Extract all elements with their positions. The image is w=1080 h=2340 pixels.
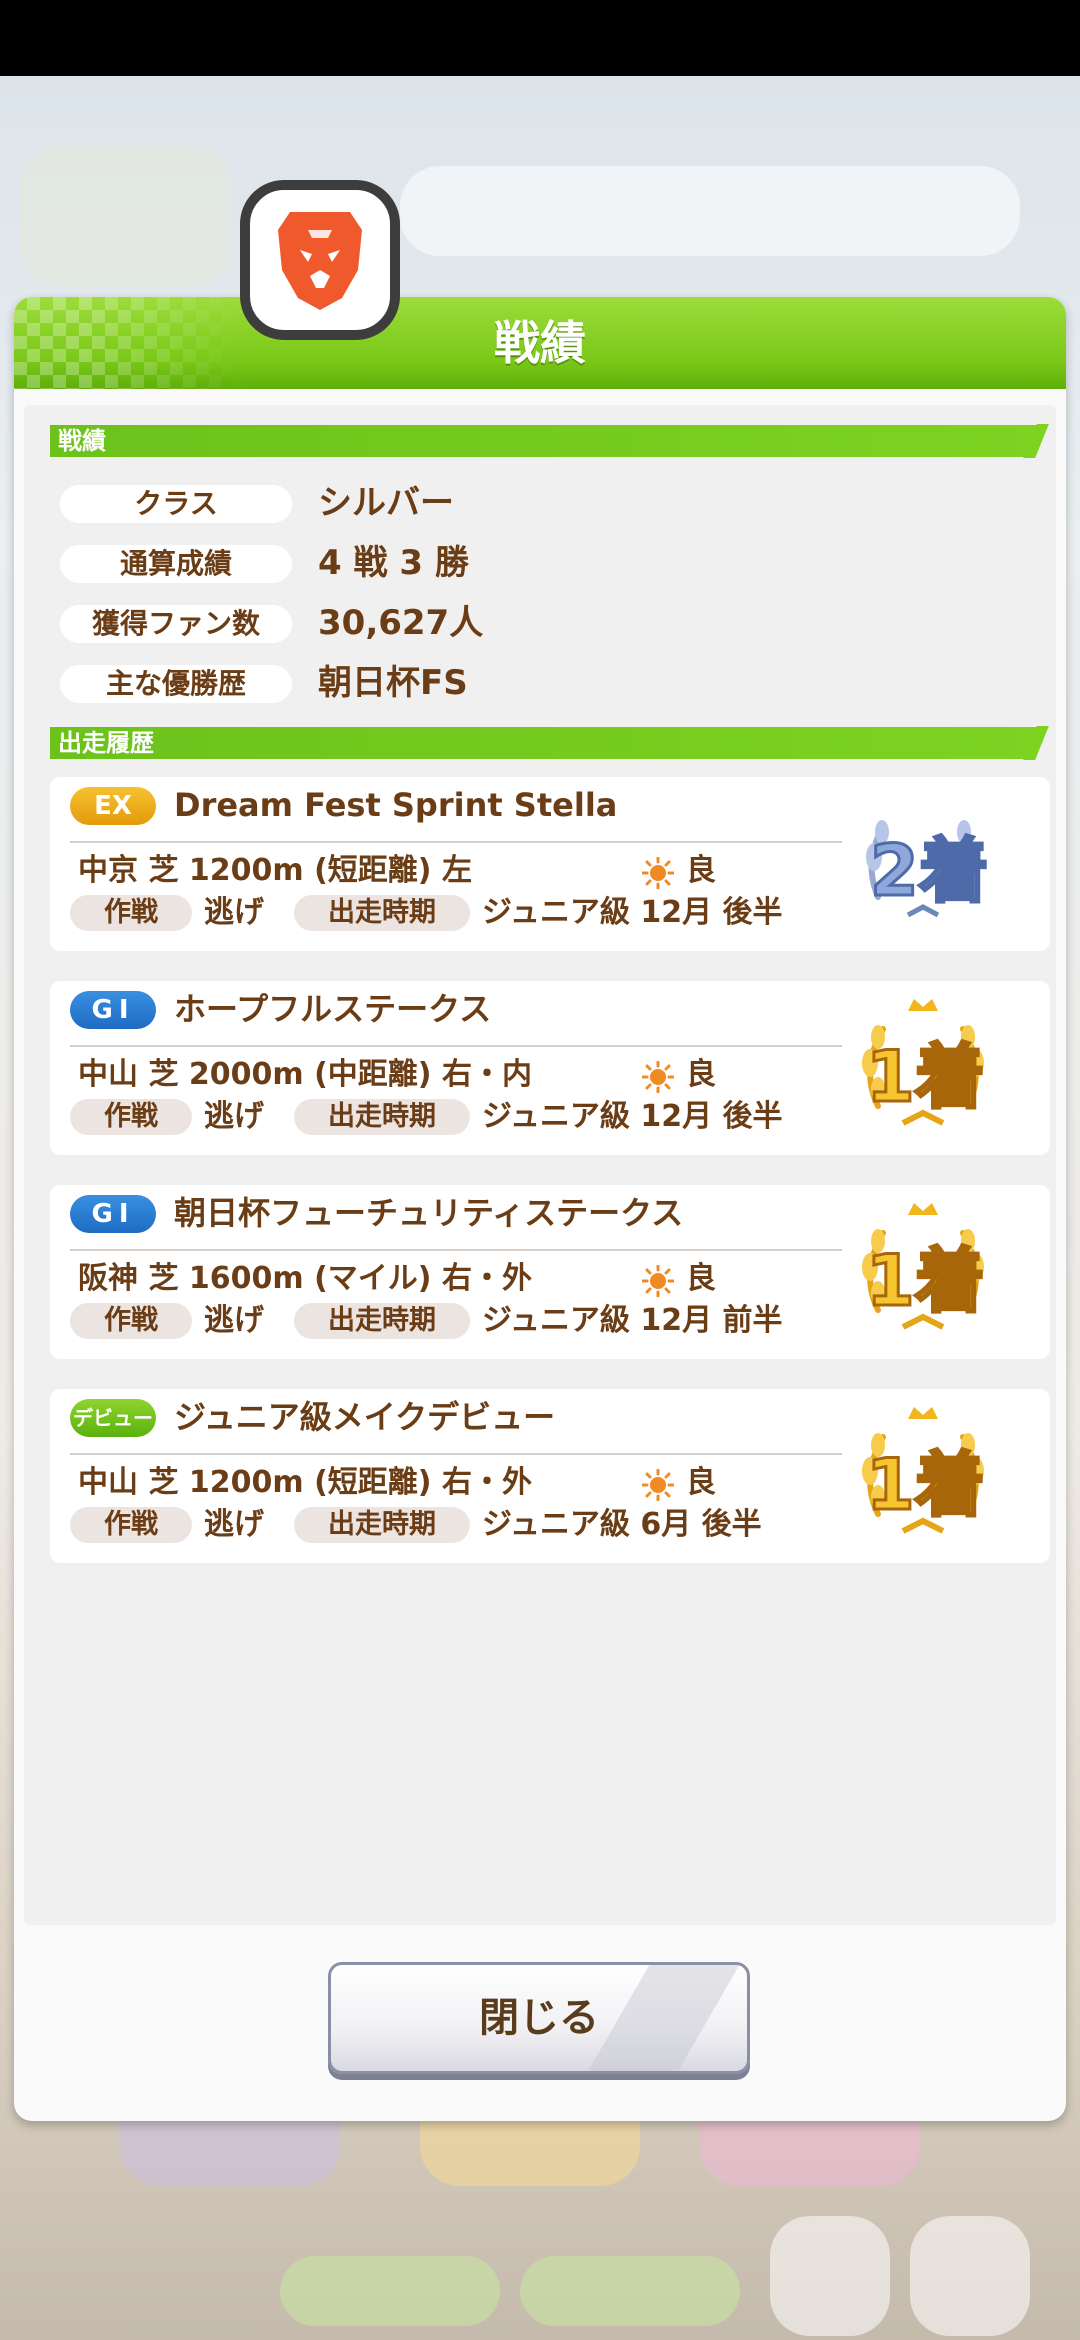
period-tag: 出走時期 <box>294 895 470 931</box>
race-name: 朝日杯フューチュリティステークス <box>174 1194 684 1232</box>
strategy-value: 逃げ <box>204 1099 264 1134</box>
sunny-icon <box>642 1061 674 1093</box>
race-conditions: 阪神 芝 1600m (マイル) 右・外 <box>78 1261 532 1296</box>
rank-1st-badge-text: 1着 <box>866 1036 985 1118</box>
track-condition: 良 <box>686 1465 716 1500</box>
section-header-record: 戦績 <box>50 425 1048 457</box>
rank-1st-badge: 1着 <box>862 1203 986 1330</box>
race-conditions: 中山 芝 2000m (中距離) 右・内 <box>78 1057 532 1092</box>
strategy-tag: 作戦 <box>70 895 192 931</box>
grade-badge-ex: EX <box>70 787 156 825</box>
rank-1st-badge: 1着 <box>862 999 986 1126</box>
close-button[interactable]: 閉じる <box>328 1962 750 2074</box>
rank-1st-badge-text: 1着 <box>866 1240 985 1322</box>
period-value: ジュニア級 12月 後半 <box>482 895 783 930</box>
period-tag: 出走時期 <box>294 1507 470 1543</box>
grade-badge-debut: デビュー <box>70 1399 156 1437</box>
period-value: ジュニア級 6月 後半 <box>482 1507 762 1542</box>
dialog-content[interactable]: 戦績 クラス シルバー 通算成績 4 戦 3 勝 獲得ファン数 30,627人 … <box>24 405 1056 1925</box>
track-condition: 良 <box>686 853 716 888</box>
section-header-history: 出走履歴 <box>50 727 1048 759</box>
period-tag: 出走時期 <box>294 1099 470 1135</box>
race-conditions: 中山 芝 1200m (短距離) 右・外 <box>78 1465 532 1500</box>
divider <box>70 841 842 843</box>
rank-1st-badge: 1着 <box>862 1407 986 1534</box>
stat-label: 通算成績 <box>60 545 292 583</box>
section-label-record: 戦績 <box>58 427 106 455</box>
period-value: ジュニア級 12月 後半 <box>482 1099 783 1134</box>
race-name: ホープフルステークス <box>174 990 492 1028</box>
race-name: ジュニア級メイクデビュー <box>174 1398 556 1436</box>
sunny-icon <box>642 1469 674 1501</box>
rank-2nd-badge-text: 2着 <box>870 830 989 912</box>
period-value: ジュニア級 12月 前半 <box>482 1303 783 1338</box>
sunny-icon <box>642 1265 674 1297</box>
dialog-title: 戦績 <box>494 316 586 370</box>
grade-badge-g1: GⅠ <box>70 991 156 1029</box>
strategy-value: 逃げ <box>204 1507 264 1542</box>
strategy-value: 逃げ <box>204 895 264 930</box>
rank-1st-badge-text: 1着 <box>866 1444 985 1526</box>
status-bar <box>0 0 1080 76</box>
divider <box>70 1453 842 1455</box>
stat-value: 30,627人 <box>318 603 484 643</box>
close-button-label: 閉じる <box>479 1995 599 2041</box>
stat-label: クラス <box>60 485 292 523</box>
stat-label: 獲得ファン数 <box>60 605 292 643</box>
stat-value: 4 戦 3 勝 <box>318 543 469 583</box>
stat-value: 朝日杯FS <box>318 663 468 703</box>
period-tag: 出走時期 <box>294 1303 470 1339</box>
dialog-header: 戦績 <box>14 297 1066 389</box>
stat-label: 主な優勝歴 <box>60 665 292 703</box>
brave-lion-icon[interactable] <box>240 180 400 340</box>
divider <box>70 1249 842 1251</box>
race-history-item[interactable]: GⅠ ホープフルステークス 中山 芝 2000m (中距離) 右・内 良 作戦 … <box>50 981 1050 1155</box>
race-history-item[interactable]: デビュー ジュニア級メイクデビュー 中山 芝 1200m (短距離) 右・外 良… <box>50 1389 1050 1563</box>
strategy-tag: 作戦 <box>70 1507 192 1543</box>
race-name: Dream Fest Sprint Stella <box>174 786 618 824</box>
strategy-tag: 作戦 <box>70 1099 192 1135</box>
rank-2nd-badge: 2着 <box>866 820 990 918</box>
race-conditions: 中京 芝 1200m (短距離) 左 <box>78 853 472 888</box>
track-condition: 良 <box>686 1057 716 1092</box>
record-dialog: 戦績 戦績 クラス シルバー 通算成績 4 戦 3 勝 獲得ファン数 30,62… <box>14 297 1066 2121</box>
lion-logo-icon <box>278 212 362 310</box>
race-history-item[interactable]: EX Dream Fest Sprint Stella 中京 芝 1200m (… <box>50 777 1050 951</box>
track-condition: 良 <box>686 1261 716 1296</box>
strategy-tag: 作戦 <box>70 1303 192 1339</box>
divider <box>70 1045 842 1047</box>
strategy-value: 逃げ <box>204 1303 264 1338</box>
stat-value: シルバー <box>318 483 454 523</box>
grade-badge-g1: GⅠ <box>70 1195 156 1233</box>
section-label-history: 出走履歴 <box>58 729 154 757</box>
sunny-icon <box>642 857 674 889</box>
race-history-item[interactable]: GⅠ 朝日杯フューチュリティステークス 阪神 芝 1600m (マイル) 右・外… <box>50 1185 1050 1359</box>
